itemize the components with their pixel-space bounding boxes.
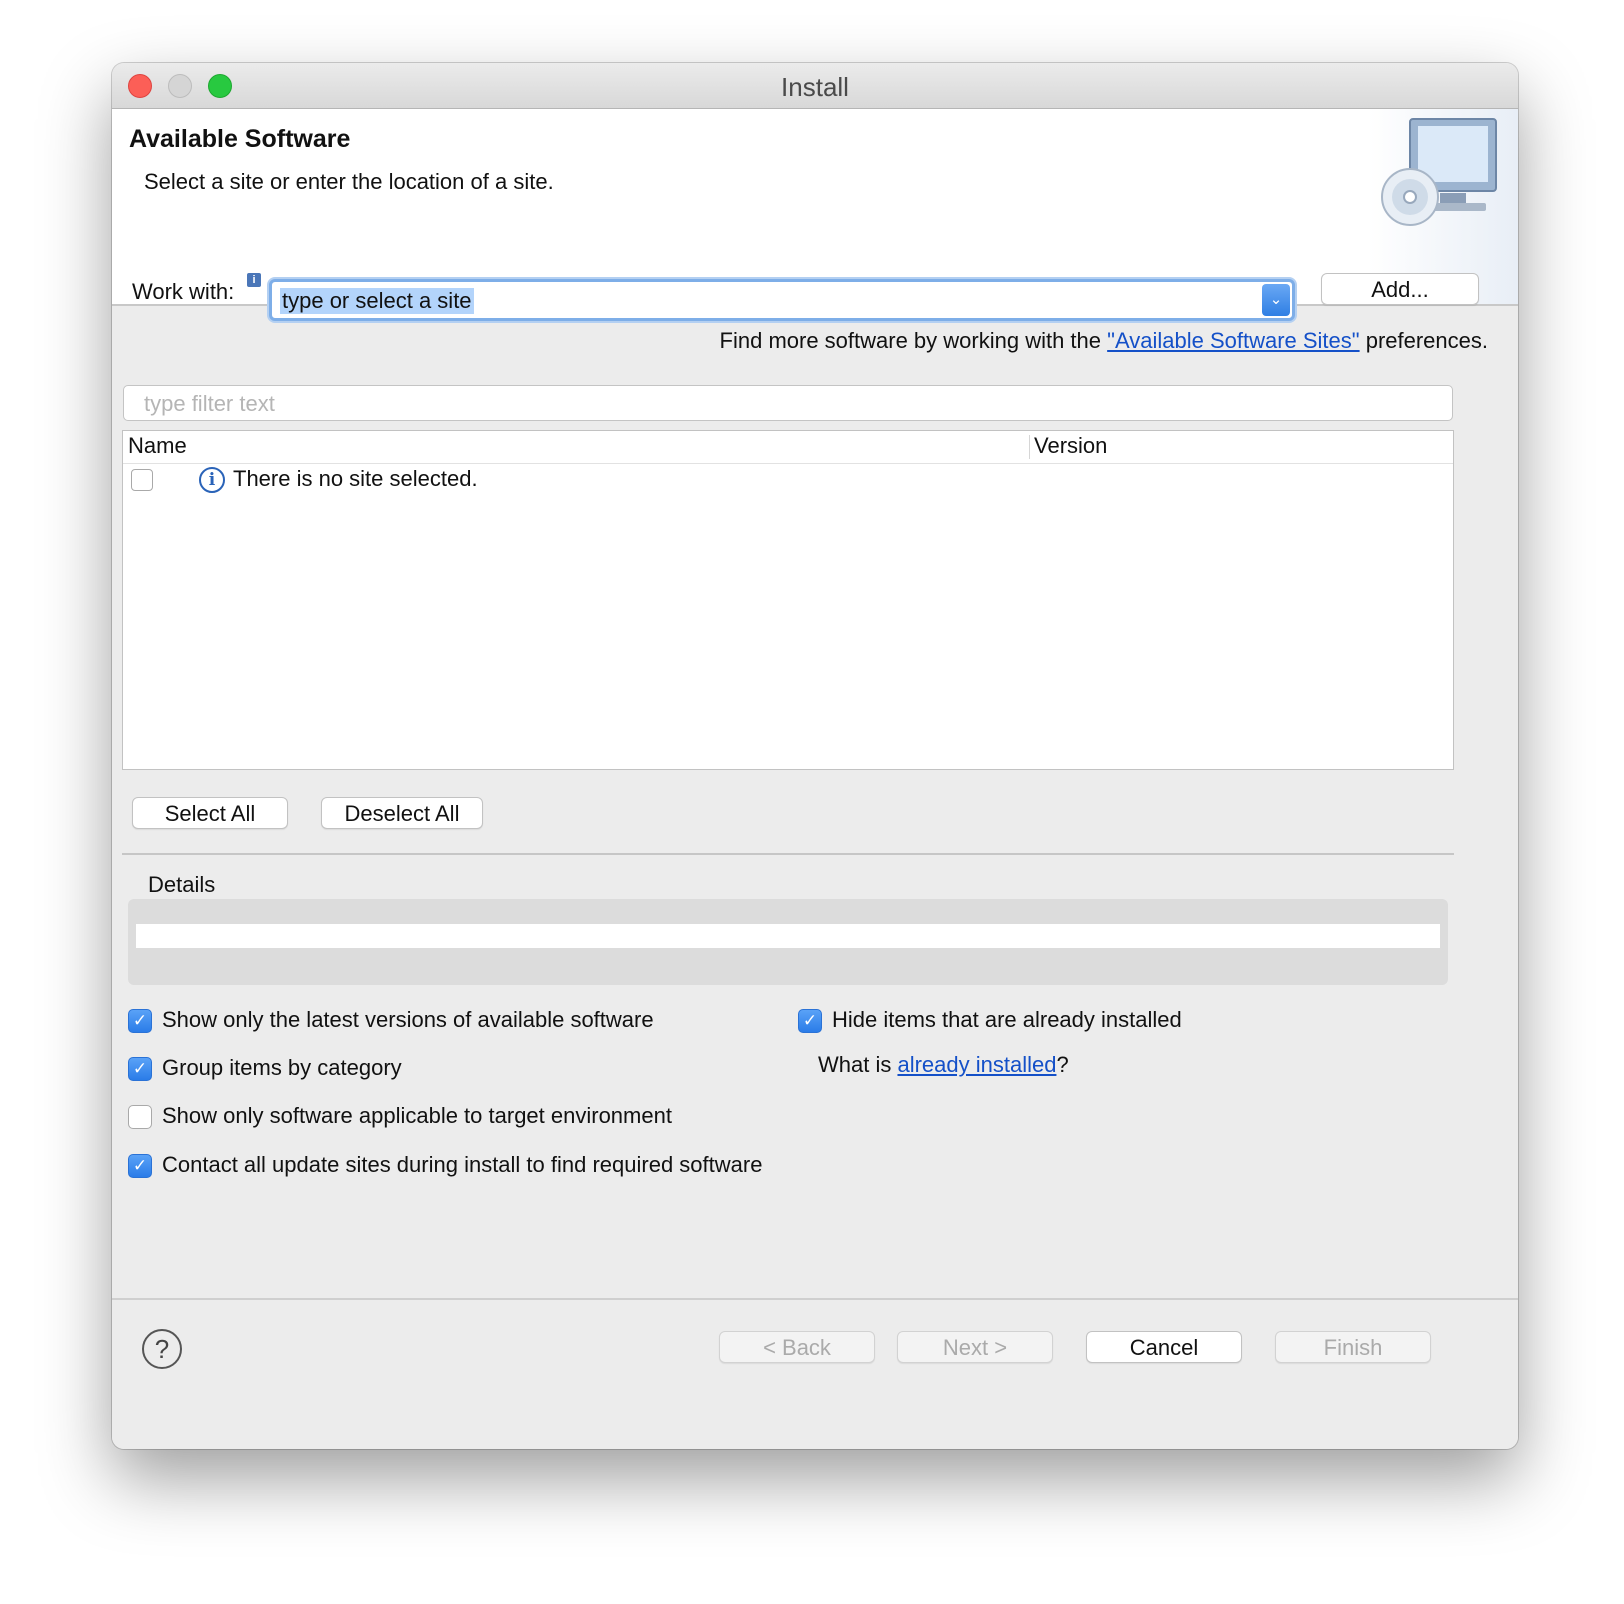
table-row: There is no site selected. (233, 466, 478, 491)
add-site-button[interactable]: Add... (1321, 273, 1479, 305)
details-label: Details (148, 872, 216, 897)
details-text-area[interactable] (136, 924, 1440, 948)
checkbox-latest-versions[interactable]: ✓ (128, 1009, 152, 1033)
software-table[interactable]: Name Version i There is no site selected… (122, 430, 1454, 770)
already-installed-text: What is already installed? (818, 1052, 1069, 1077)
finish-button[interactable]: Finish (1275, 1331, 1431, 1363)
page-title: Available Software (129, 125, 351, 153)
checkbox-hide-installed[interactable]: ✓ (798, 1009, 822, 1033)
title-bar: Install (112, 63, 1518, 109)
section-divider (122, 853, 1454, 855)
details-panel (128, 899, 1448, 985)
table-header: Name Version (123, 431, 1453, 464)
install-dialog: Install Available Software Select a site… (112, 63, 1518, 1449)
column-divider[interactable] (1029, 435, 1030, 459)
chevron-down-icon[interactable]: ⌄ (1262, 284, 1290, 316)
filter-input[interactable]: type filter text (123, 385, 1453, 421)
available-software-sites-link[interactable]: "Available Software Sites" (1107, 328, 1359, 353)
work-with-label: Work with: (132, 279, 235, 304)
checkbox-group-by-category[interactable]: ✓ (128, 1057, 152, 1081)
next-button[interactable]: Next > (897, 1331, 1053, 1363)
info-icon: i (199, 467, 225, 493)
wizard-footer: ? < Back Next > Cancel Finish (112, 1298, 1518, 1449)
cancel-button[interactable]: Cancel (1086, 1331, 1242, 1363)
deselect-all-button[interactable]: Deselect All (321, 797, 483, 829)
work-with-combo[interactable]: type or select a site ⌄ (269, 279, 1295, 321)
wizard-header: Available Software Select a site or ente… (112, 109, 1518, 306)
checkbox-target-environment[interactable] (128, 1105, 152, 1129)
content-assist-icon: i (247, 273, 261, 287)
work-with-value[interactable]: type or select a site (280, 288, 474, 314)
find-more-text: Find more software by working with the "… (719, 328, 1488, 353)
window-title: Install (781, 72, 849, 102)
already-installed-link[interactable]: already installed (897, 1052, 1056, 1077)
filter-placeholder: type filter text (144, 391, 275, 416)
column-header-version[interactable]: Version (1034, 433, 1107, 459)
checkbox-contact-update-sites[interactable]: ✓ (128, 1154, 152, 1178)
select-all-button[interactable]: Select All (132, 797, 288, 829)
page-description: Select a site or enter the location of a… (144, 169, 554, 194)
back-button[interactable]: < Back (719, 1331, 875, 1363)
column-header-name[interactable]: Name (128, 433, 187, 459)
help-icon[interactable]: ? (142, 1329, 182, 1369)
row-checkbox[interactable] (131, 469, 153, 491)
